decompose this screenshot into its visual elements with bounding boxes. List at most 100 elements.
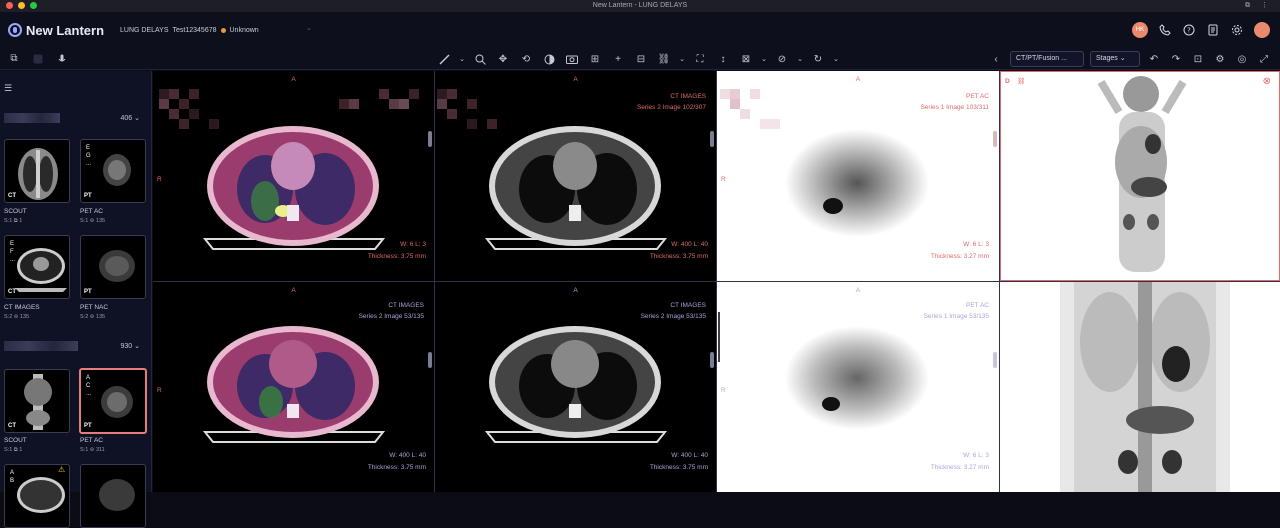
app-logo[interactable]: New Lantern xyxy=(8,23,104,38)
viewport-ct-top[interactable]: A CT IMAGES Series 2 Image 102/307 W: 40… xyxy=(435,71,716,281)
series-thumbnail[interactable] xyxy=(80,464,146,528)
zoom-icon[interactable] xyxy=(472,51,488,67)
settings-icon[interactable] xyxy=(1230,23,1244,37)
app-header: New Lantern LUNG DELAYS Test12345678 Unk… xyxy=(0,12,1280,48)
study-group-header[interactable]: 930 ⌄ xyxy=(4,341,148,355)
chevron-down-icon[interactable]: ⌄ xyxy=(679,51,685,67)
gear-icon[interactable]: ⚙ xyxy=(1212,51,1228,67)
series-thumbnail[interactable]: CT xyxy=(4,139,70,203)
modality-label: PT xyxy=(84,193,92,199)
series-thumbnail[interactable]: E F... CT xyxy=(4,235,70,299)
protocol-select[interactable]: CT/PT/Fusion ... xyxy=(1010,51,1084,67)
help-icon[interactable]: ? xyxy=(1182,23,1196,37)
series-meta: S:2 ⊚ 135 xyxy=(80,314,106,320)
window-titlebar: New Lantern - LUNG DELAYS ⧉ ⋮ xyxy=(0,0,1280,12)
orientation-letters: A C... xyxy=(86,375,92,397)
stack-icon[interactable]: ⊟ xyxy=(633,51,649,67)
viewport-fusion-top[interactable]: A R W: 6 L: 3 Thickness: 3.75 mm xyxy=(153,71,434,281)
redacted-patient-info xyxy=(339,89,429,118)
annotation-icon[interactable]: ⊠ xyxy=(738,51,754,67)
series-sidebar: ☰ 406 ⌄ CT SCOUT S:1 ⧉ 1 E G... PT PET AC… xyxy=(0,71,152,528)
slice-thickness: Thickness: 3.75 mm xyxy=(649,253,708,260)
close-window-button[interactable] xyxy=(6,2,13,9)
modality-label: CT xyxy=(8,193,16,199)
copy-icon[interactable]: ⧉ xyxy=(6,51,22,67)
refresh-icon[interactable]: ↻ xyxy=(810,51,826,67)
series-meta: S:1 ⧉ 1 xyxy=(4,218,23,224)
orientation-left: R xyxy=(721,387,726,394)
viewport-scrollbar[interactable] xyxy=(428,352,432,368)
layout-icon[interactable] xyxy=(30,51,46,67)
expand-icon[interactable]: ⤢ xyxy=(1256,51,1272,67)
bookmark-icon[interactable]: ⊡ xyxy=(1190,51,1206,67)
viewport-scrollbar[interactable] xyxy=(710,352,714,368)
window-level: W: 400 L: 40 xyxy=(389,452,426,459)
viewport-scrollbar[interactable] xyxy=(428,131,432,147)
viewport-mip-top[interactable]: D ⛓ ⊗ xyxy=(1000,71,1280,281)
orientation-letters: E G... xyxy=(86,145,92,167)
viewport-scrollbar[interactable] xyxy=(993,131,997,147)
series-thumbnail[interactable]: E G... PT xyxy=(80,139,146,203)
camera-icon[interactable] xyxy=(564,51,580,67)
viewport-pet-bottom[interactable]: A R PET AC Series 1 Image 53/135 W: 6 L:… xyxy=(717,282,999,492)
viewport-divider[interactable] xyxy=(153,281,1280,282)
more-icon[interactable]: ⋮ xyxy=(1261,0,1268,12)
slice-thickness: Thickness: 3.75 mm xyxy=(367,253,426,260)
series-label: PET AC xyxy=(80,208,104,215)
undo-icon[interactable]: ↶ xyxy=(1146,51,1162,67)
add-grid-icon[interactable]: ⊞ xyxy=(587,51,603,67)
chevron-down-icon[interactable]: ⌄ xyxy=(459,51,465,67)
redo-icon[interactable]: ↷ xyxy=(1168,51,1184,67)
viewport-scrollbar[interactable] xyxy=(993,352,997,368)
series-label: CT IMAGES xyxy=(4,304,40,311)
chevron-down-icon[interactable]: ⌄ xyxy=(833,51,839,67)
microphone-icon[interactable] xyxy=(54,51,70,67)
modality-label: CT xyxy=(8,289,16,295)
redacted-label xyxy=(4,113,60,123)
viewport-mip-bottom[interactable] xyxy=(1000,282,1280,492)
chevron-down-icon[interactable]: ⌄ xyxy=(797,51,803,67)
maximize-window-button[interactable] xyxy=(30,2,37,9)
chevron-down-icon[interactable]: ⌄ xyxy=(306,24,312,32)
user-avatar[interactable] xyxy=(1254,22,1270,38)
pan-icon[interactable]: ✥ xyxy=(495,51,511,67)
series-meta: S:2 ⊚ 135 xyxy=(4,314,30,320)
viewport-fusion-bottom[interactable]: A R CT IMAGES Series 2 Image 53/135 W: 4… xyxy=(153,282,434,492)
filter-icon[interactable]: ☰ xyxy=(4,83,12,94)
orientation-top: A xyxy=(291,76,296,83)
stages-select[interactable]: Stages ⌄ xyxy=(1090,51,1140,67)
redacted-label xyxy=(4,341,78,351)
warning-icon: ⚠ xyxy=(58,465,66,474)
series-info: Series 2 Image 102/307 xyxy=(636,104,706,111)
study-group-header[interactable]: 406 ⌄ xyxy=(4,113,148,127)
fullscreen-icon[interactable]: ⛶ xyxy=(692,51,708,67)
chevron-left-icon[interactable]: ‹ xyxy=(988,51,1004,67)
report-icon[interactable] xyxy=(1206,23,1220,37)
chevron-down-icon[interactable]: ⌄ xyxy=(761,51,767,67)
target-icon[interactable]: ◎ xyxy=(1234,51,1250,67)
rotate-icon[interactable]: ⟲ xyxy=(518,51,534,67)
share-icon[interactable]: ⧉ xyxy=(1245,0,1250,12)
orientation-corner: D xyxy=(1005,78,1010,85)
viewport-pet-top[interactable]: A R PET AC Series 1 Image 103/311 W: 6 L… xyxy=(717,71,999,281)
measure-icon[interactable] xyxy=(436,51,452,67)
crosshair-icon[interactable]: + xyxy=(610,51,626,67)
link-icon[interactable]: ⛓ xyxy=(1017,77,1025,85)
minimize-window-button[interactable] xyxy=(18,2,25,9)
series-thumbnail-selected[interactable]: A C... PT xyxy=(79,368,147,434)
series-thumbnail[interactable]: PT xyxy=(80,235,146,299)
close-icon[interactable]: ⊗ xyxy=(1263,76,1271,87)
phone-icon[interactable] xyxy=(1158,23,1172,37)
modality-label: PT xyxy=(84,423,92,429)
viewport-ct-bottom[interactable]: A CT IMAGES Series 2 Image 53/135 W: 400… xyxy=(435,282,716,492)
window-level-icon[interactable] xyxy=(541,51,557,67)
window-level: W: 6 L: 3 xyxy=(963,241,989,248)
viewport-scrollbar[interactable] xyxy=(710,131,714,147)
series-thumbnail[interactable]: CT xyxy=(4,369,70,433)
link-icon[interactable]: ⛓ xyxy=(656,51,672,67)
overlay-icon[interactable]: ⊘ xyxy=(774,51,790,67)
avatar[interactable]: HK xyxy=(1132,22,1148,38)
modality-label: CT xyxy=(8,423,16,429)
scroll-icon[interactable]: ↕ xyxy=(715,51,731,67)
redacted-patient-info xyxy=(437,89,507,138)
